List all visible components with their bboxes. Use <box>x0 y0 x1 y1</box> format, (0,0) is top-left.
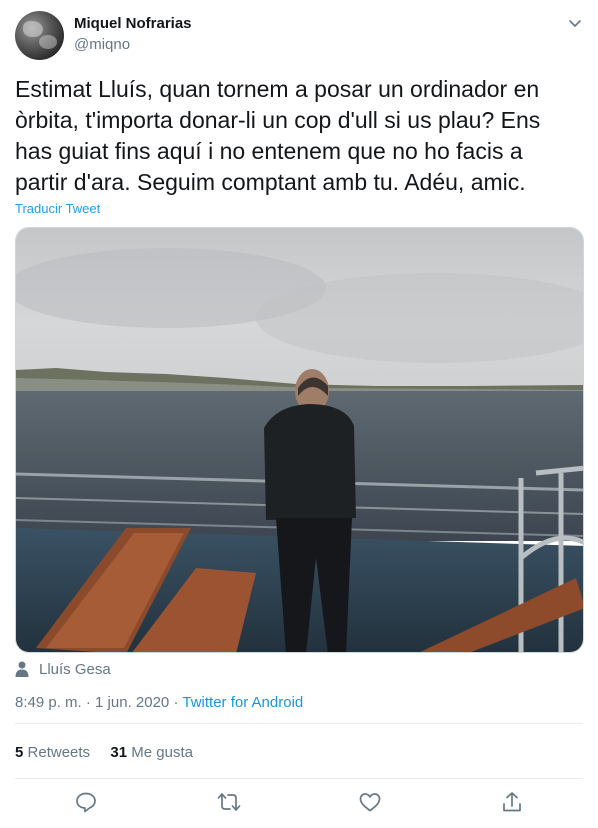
tweet-source-link[interactable]: Twitter for Android <box>182 694 303 711</box>
tweet-time[interactable]: 8:49 p. m. <box>15 694 82 711</box>
author-handle[interactable]: @miqno <box>74 36 130 53</box>
action-bar <box>0 790 598 818</box>
divider <box>15 723 583 724</box>
reply-icon[interactable] <box>74 790 98 814</box>
retweets-count: 5 <box>15 744 24 761</box>
retweet-icon[interactable] <box>217 790 241 814</box>
tweet-text-line: has guiat fins aquí i no entenem que no … <box>15 138 523 164</box>
tweet-date[interactable]: 1 jun. 2020 <box>95 694 169 711</box>
likes-count: 31 <box>110 744 128 761</box>
retweets-stat[interactable]: 5 Retweets <box>15 744 90 761</box>
avatar[interactable] <box>15 11 64 60</box>
tweet-text-line: partir d'ara. Seguim comptant amb tu. Ad… <box>15 169 526 195</box>
tweet-stats: 5 Retweets 31 Me gusta <box>15 744 193 761</box>
person-icon <box>15 661 29 677</box>
tweet-text-line: òrbita, t'importa donar-li un cop d'ull … <box>15 107 541 133</box>
retweets-label: Retweets <box>27 744 91 761</box>
author-name[interactable]: Miquel Nofrarias <box>74 15 192 32</box>
tweet-photo[interactable] <box>15 227 584 653</box>
divider <box>15 778 583 779</box>
heart-icon[interactable] <box>358 790 382 814</box>
meta-separator: · <box>85 694 91 711</box>
likes-label: Me gusta <box>131 744 193 761</box>
tweet-text-line: Estimat Lluís, quan tornem a posar un or… <box>15 76 540 102</box>
tweet-text: Estimat Lluís, quan tornem a posar un or… <box>15 74 585 198</box>
tweet-metadata: 8:49 p. m. · 1 jun. 2020 · Twitter for A… <box>15 694 303 711</box>
meta-separator: · <box>173 694 179 711</box>
share-icon[interactable] <box>500 790 524 814</box>
translate-link[interactable]: Traducir Tweet <box>15 201 100 216</box>
tweet: Miquel Nofrarias @miqno Estimat Lluís, q… <box>0 0 598 828</box>
likes-stat[interactable]: 31 Me gusta <box>110 744 193 761</box>
chevron-down-icon[interactable] <box>566 14 584 32</box>
tagged-user[interactable]: Lluís Gesa <box>15 659 111 679</box>
tagged-user-name: Lluís Gesa <box>39 660 111 678</box>
